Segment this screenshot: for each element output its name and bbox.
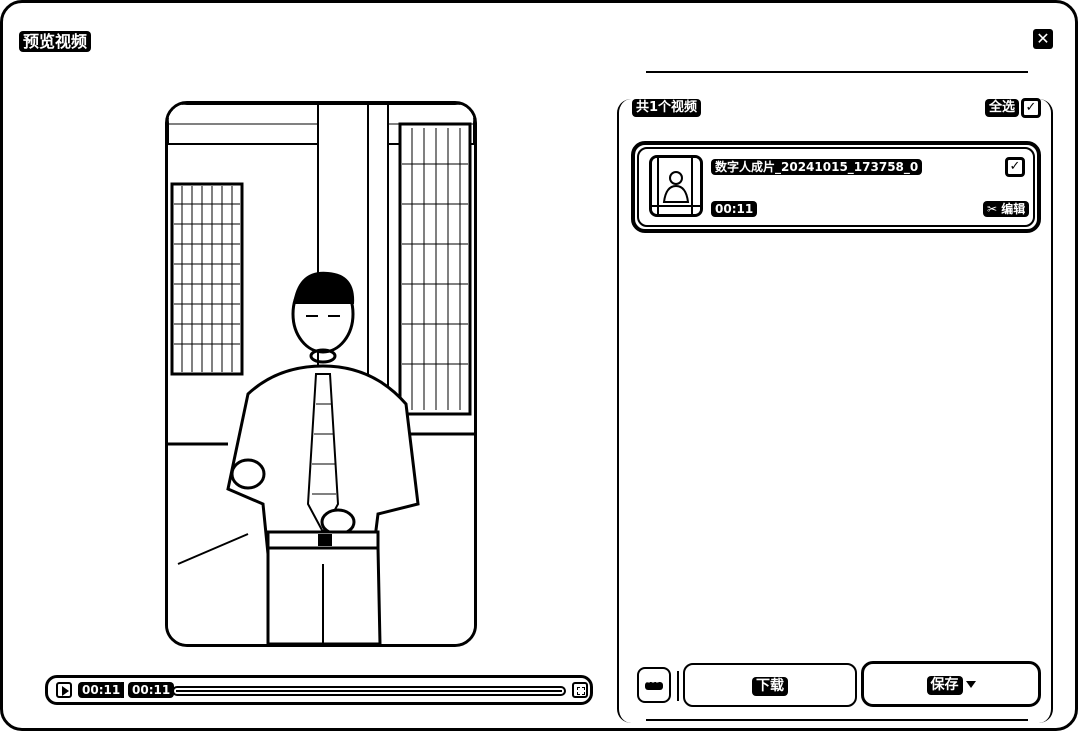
check-icon: ✓	[1025, 100, 1037, 115]
video-frame-image	[168, 104, 474, 644]
more-button[interactable]	[637, 667, 671, 703]
progress-bar[interactable]	[172, 686, 566, 696]
item-checkbox[interactable]: ✓	[1005, 157, 1025, 177]
scrollbar[interactable]	[1077, 263, 1078, 713]
save-label: 保存	[926, 676, 963, 695]
video-name: 数字人成片_20241015_173758_0	[711, 159, 923, 176]
player-controls: 00:11 00:11	[45, 675, 593, 705]
divider-bottom	[646, 719, 1028, 721]
more-icon	[645, 674, 663, 690]
action-separator	[677, 671, 679, 701]
edit-label: 编辑	[1001, 202, 1026, 216]
download-button[interactable]: 下载	[683, 663, 857, 707]
edit-button[interactable]: ✂ 编辑	[983, 201, 1030, 218]
close-icon: ✕	[1036, 29, 1050, 48]
scissors-icon: ✂	[987, 202, 998, 216]
time-separator	[121, 682, 124, 698]
chevron-down-icon[interactable]	[965, 681, 976, 688]
video-count: 共1个视频	[632, 99, 702, 117]
divider-top	[646, 71, 1028, 73]
fullscreen-icon[interactable]	[572, 682, 588, 698]
list-item[interactable]: 数字人成片_20241015_173758_0 00:11 ✓ ✂ 编辑	[631, 141, 1041, 233]
video-duration: 00:11	[711, 201, 758, 218]
total-time: 00:11	[128, 682, 175, 699]
video-thumbnail[interactable]	[649, 155, 703, 217]
preview-dialog: 预览视频 ✕ 00:11 00:11 共1个视频 全选 ✓ 数字人成片_2024…	[0, 0, 1078, 731]
close-button[interactable]: ✕	[1033, 29, 1053, 49]
select-all-label[interactable]: 全选	[985, 99, 1020, 117]
play-icon[interactable]	[56, 682, 72, 698]
select-all-checkbox[interactable]: ✓	[1021, 98, 1041, 118]
save-button[interactable]: 保存	[861, 661, 1041, 707]
current-time: 00:11	[78, 682, 125, 699]
download-label: 下载	[752, 677, 788, 696]
progress-fill	[176, 690, 562, 692]
thumbnail-image	[652, 158, 700, 214]
video-preview[interactable]	[165, 101, 477, 647]
dialog-title: 预览视频	[19, 31, 92, 53]
check-icon: ✓	[1009, 159, 1021, 174]
